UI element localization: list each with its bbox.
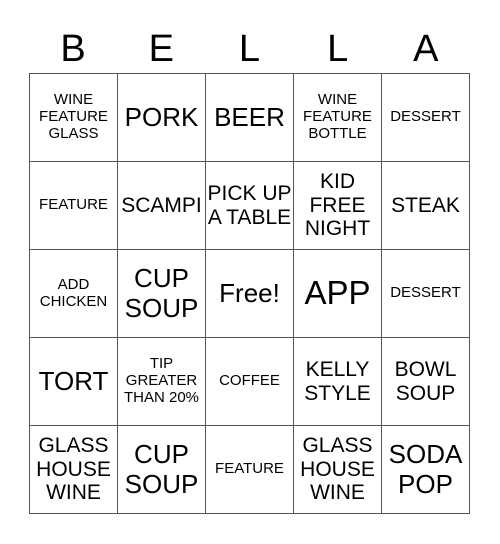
bingo-cell-text: SCAMPI: [121, 193, 202, 217]
bingo-cell-text: CUP SOUP: [124, 263, 199, 323]
bingo-row: TORT TIP GREATER THAN 20% COFFEE KELLY STYL…: [29, 337, 470, 426]
bingo-cell[interactable]: BEER: [205, 73, 294, 162]
bingo-cell-text: TIP GREATER THAN 20%: [123, 355, 200, 406]
header-letter: B: [60, 28, 86, 70]
bingo-row: GLASS HOUSE WINE CUP SOUP FEATURE GLASS HOU…: [29, 425, 470, 514]
bingo-cell-text: COFFEE: [219, 372, 280, 390]
bingo-row: WINE FEATURE GLASS PORK BEER WINE FEATURE B…: [29, 73, 470, 162]
bingo-cell[interactable]: PORK: [117, 73, 206, 162]
bingo-cell[interactable]: SCAMPI: [117, 161, 206, 250]
bingo-cell-text: FEATURE: [39, 196, 108, 214]
bingo-cell[interactable]: TIP GREATER THAN 20%: [117, 337, 206, 426]
bingo-cell-text: SODA POP: [388, 439, 463, 499]
bingo-cell-text: KELLY STYLE: [304, 357, 371, 405]
bingo-cell[interactable]: FEATURE: [29, 161, 118, 250]
bingo-cell[interactable]: Free!: [205, 249, 294, 338]
bingo-cell-text: BEER: [214, 101, 285, 132]
bingo-row: FEATURE SCAMPI PICK UP A TABLE KID FREE NIG…: [29, 161, 470, 250]
bingo-cell[interactable]: KID FREE NIGHT: [293, 161, 382, 250]
bingo-cell-text: KID FREE NIGHT: [304, 170, 371, 241]
header-letter: E: [148, 28, 174, 70]
bingo-cell[interactable]: GLASS HOUSE WINE: [29, 425, 118, 514]
bingo-cell[interactable]: GLASS HOUSE WINE: [293, 425, 382, 514]
bingo-cell[interactable]: SODA POP: [381, 425, 470, 514]
bingo-cell[interactable]: WINE FEATURE BOTTLE: [293, 73, 382, 162]
bingo-cell-text: GLASS HOUSE WINE: [300, 434, 375, 505]
bingo-cell-text: DESSERT: [390, 284, 461, 302]
header-letter: L: [327, 28, 349, 70]
bingo-cell-text: WINE FEATURE GLASS: [39, 91, 108, 142]
bingo-cell-text: PICK UP A TABLE: [207, 181, 292, 229]
bingo-cell[interactable]: STEAK: [381, 161, 470, 250]
bingo-cell[interactable]: ADD CHICKEN: [29, 249, 118, 338]
bingo-cell[interactable]: WINE FEATURE GLASS: [29, 73, 118, 162]
bingo-cell-text: Free!: [219, 277, 280, 308]
bingo-cell-text: WINE FEATURE BOTTLE: [303, 91, 372, 142]
bingo-cell[interactable]: COFFEE: [205, 337, 294, 426]
bingo-row: ADD CHICKEN CUP SOUP Free! APP DESSERT: [29, 249, 470, 338]
bingo-cell-text: STEAK: [391, 193, 460, 217]
header-letter: L: [238, 28, 261, 70]
bingo-cell[interactable]: PICK UP A TABLE: [205, 161, 294, 250]
bingo-cell-text: CUP SOUP: [124, 439, 199, 499]
bingo-cell-text: FEATURE: [215, 460, 284, 478]
bingo-cell-text: ADD CHICKEN: [39, 275, 108, 310]
bingo-cell-text: DESSERT: [390, 108, 461, 126]
bingo-cell[interactable]: KELLY STYLE: [293, 337, 382, 426]
bingo-cell-text: GLASS HOUSE WINE: [36, 434, 111, 505]
bingo-cell-text: APP: [304, 274, 371, 312]
bingo-cell[interactable]: BOWL SOUP: [381, 337, 470, 426]
bingo-cell[interactable]: FEATURE: [205, 425, 294, 514]
bingo-header: B E L L A: [29, 24, 470, 74]
bingo-cell[interactable]: TORT: [29, 337, 118, 426]
header-letter: A: [413, 28, 439, 70]
bingo-cell-text: PORK: [124, 101, 199, 132]
bingo-cell[interactable]: CUP SOUP: [117, 425, 206, 514]
bingo-cell-text: BOWL SOUP: [394, 357, 457, 405]
bingo-grid: WINE FEATURE GLASS PORK BEER WINE FEATURE B…: [29, 73, 470, 514]
bingo-cell[interactable]: DESSERT: [381, 249, 470, 338]
bingo-cell[interactable]: APP: [293, 249, 382, 338]
bingo-cell[interactable]: CUP SOUP: [117, 249, 206, 338]
bingo-cell[interactable]: DESSERT: [381, 73, 470, 162]
bingo-cell-text: TORT: [38, 365, 109, 396]
